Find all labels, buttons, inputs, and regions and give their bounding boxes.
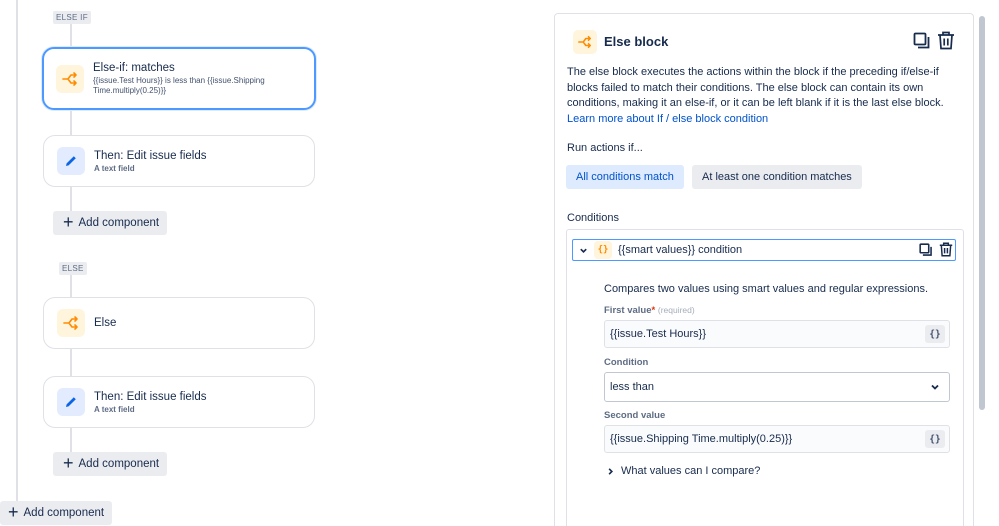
trash-icon[interactable] (939, 242, 953, 260)
plus-icon: + (8, 502, 19, 522)
second-value-label: Second value (604, 410, 666, 421)
first-value-label: First value* (required) (604, 305, 695, 316)
then-edit-issue-card[interactable]: Then: Edit issue fields A text field (43, 135, 315, 187)
add-component-button-root[interactable]: + Add component (0, 501, 113, 525)
add-component-label: Add component (78, 458, 160, 470)
add-component-button[interactable]: + Add component (53, 452, 168, 476)
at-least-one-condition-toggle[interactable]: At least one condition matches (692, 165, 862, 189)
add-component-button[interactable]: + Add component (53, 211, 168, 235)
card-title: Else (94, 316, 117, 329)
branch-icon (56, 64, 84, 93)
condition-label: Condition (604, 357, 649, 368)
scrollbar-thumb[interactable] (979, 16, 985, 410)
card-subtitle: A text field (94, 404, 135, 414)
condition-container: {} {{smart values}} condition Compares t… (566, 229, 964, 526)
card-title: Else-if: matches (93, 62, 175, 74)
description-text: The else block executes the actions with… (567, 66, 944, 109)
panel-title: Else block (604, 34, 669, 49)
smart-value-button[interactable]: {} (925, 430, 945, 448)
first-value-label-text: First value (604, 305, 652, 316)
card-subtitle: A text field (94, 163, 135, 173)
automation-canvas: ELSE IF Else-if: matches {{issue.Test Ho… (0, 0, 540, 526)
second-value-field[interactable]: {{issue.Shipping Time.multiply(0.25)}} {… (604, 425, 950, 453)
trash-icon[interactable] (937, 31, 955, 53)
card-title: Then: Edit issue fields (94, 149, 207, 162)
duplicate-icon[interactable] (913, 32, 931, 53)
condition-title: {{smart values}} condition (618, 244, 743, 256)
else-if-card[interactable]: Else-if: matches {{issue.Test Hours}} is… (42, 47, 316, 110)
else-tag: ELSE (59, 262, 87, 275)
condition-select[interactable]: less than (604, 372, 950, 402)
chevron-down-icon[interactable] (575, 246, 591, 255)
chevron-right-icon (608, 467, 613, 475)
panel-description: The else block executes the actions with… (567, 65, 962, 127)
card-subtitle: {{issue.Test Hours}} is less than {{issu… (93, 76, 265, 95)
then-edit-issue-card[interactable]: Then: Edit issue fields A text field (43, 376, 315, 428)
else-block-panel: Else block The else block executes the a… (554, 13, 974, 526)
plus-icon: + (63, 453, 74, 473)
first-value-text: {{issue.Test Hours}} (610, 328, 707, 340)
compare-help-text: What values can I compare? (621, 465, 761, 477)
pencil-icon (57, 147, 85, 175)
required-text: (required) (657, 305, 695, 315)
panel-scrollbar[interactable] (977, 14, 987, 526)
duplicate-icon[interactable] (919, 243, 933, 260)
run-actions-label: Run actions if... (567, 142, 643, 154)
condition-header[interactable]: {} {{smart values}} condition (572, 239, 956, 261)
condition-description: Compares two values using smart values a… (604, 283, 929, 295)
add-component-label: Add component (78, 217, 160, 229)
condition-select-value: less than (610, 381, 655, 393)
branch-icon (57, 309, 85, 337)
compare-help-toggle[interactable]: What values can I compare? (606, 465, 760, 477)
else-card[interactable]: Else (43, 297, 315, 349)
second-value-text: {{issue.Shipping Time.multiply(0.25)}} (610, 433, 793, 445)
first-value-field[interactable]: {{issue.Test Hours}} {} (604, 320, 950, 348)
plus-icon: + (63, 212, 74, 232)
else-if-tag: ELSE IF (53, 11, 91, 24)
pencil-icon (57, 388, 85, 416)
branch-icon (573, 30, 597, 54)
card-title: Then: Edit issue fields (94, 390, 207, 403)
smart-values-icon: {} (594, 241, 612, 259)
add-component-label: Add component (23, 507, 105, 519)
smart-value-button[interactable]: {} (925, 325, 945, 343)
learn-more-link[interactable]: Learn more about If / else block conditi… (567, 113, 768, 125)
chevron-down-icon (930, 382, 940, 395)
all-conditions-match-toggle[interactable]: All conditions match (566, 165, 684, 189)
flow-line-outer (16, 0, 18, 505)
required-mark: * (651, 305, 656, 316)
conditions-label: Conditions (567, 212, 619, 224)
